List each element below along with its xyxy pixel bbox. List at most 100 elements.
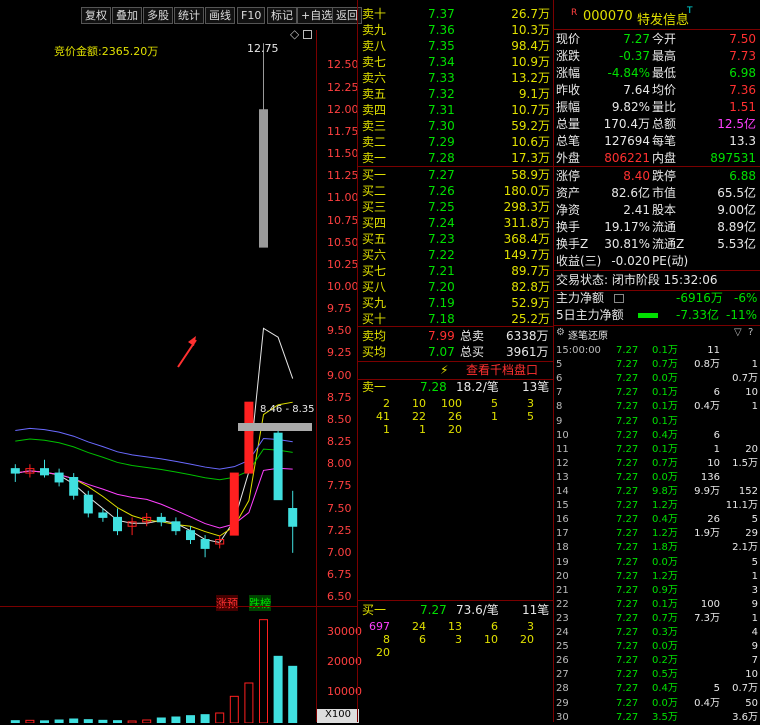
trade-b: 11.1万 [725, 500, 758, 512]
sell-label: 卖十 [362, 7, 387, 21]
f10-button[interactable]: F10 [237, 7, 266, 24]
add-watchlist-button[interactable]: +自选 [297, 7, 337, 24]
trade-v: 0.7万 [652, 612, 678, 624]
sell-label: 卖八 [362, 39, 387, 53]
buy-row[interactable]: 买十 7.18 25.2万 [362, 311, 552, 327]
quote-row: 资产 82.6亿 市值 65.5亿 [556, 185, 758, 202]
buy-price: 7.24 [428, 216, 455, 230]
price-tick: 9.75 [327, 302, 352, 316]
quote-l2: 流通Z [652, 237, 685, 251]
draw-line-button[interactable]: 画线 [205, 7, 235, 24]
quote-row: 振幅 9.82% 量比 1.51 [556, 99, 758, 116]
sell-row[interactable]: 卖七 7.34 10.9万 [362, 54, 552, 70]
trade-row: 16 7.27 0.4万 26 5 [556, 512, 760, 527]
diamond-icon[interactable]: ◇ [290, 27, 299, 41]
trade-row: 23 7.27 0.7万 7.3万 1 [556, 611, 760, 626]
candle-body [171, 521, 181, 532]
statistics-button[interactable]: 统计 [174, 7, 204, 24]
quote-row: 换手 19.17% 流通 8.89亿 [556, 219, 758, 236]
quote-v1: 9.82% [611, 100, 650, 114]
trade-v: 0.4万 [652, 683, 678, 695]
main-flow-label: 主力净额 [556, 291, 605, 305]
sell-row[interactable]: 卖九 7.36 10.3万 [362, 22, 552, 38]
quote-row: 外盘 806221 内盘 897531 [556, 150, 758, 167]
trade-row: 19 7.27 0.0万 5 [556, 555, 760, 570]
buy-row[interactable]: 买二 7.26 180.0万 [362, 183, 552, 199]
quote-v2: 7.50 [729, 32, 756, 46]
sell-row[interactable]: 卖八 7.35 98.4万 [362, 38, 552, 54]
buy-row[interactable]: 买八 7.20 82.8万 [362, 279, 552, 295]
trade-p: 7.27 [616, 457, 639, 469]
trade-v: 0.1万 [652, 387, 678, 399]
order-size: 41 [376, 410, 390, 423]
avg-sell-label: 卖均 [362, 329, 387, 343]
buy-price: 7.26 [428, 184, 455, 198]
candle-body [40, 468, 49, 476]
trade-row: 22 7.27 0.1万 100 9 [556, 597, 760, 612]
sell-label: 卖五 [362, 87, 387, 101]
order-size: 2 [383, 397, 390, 410]
lightning-icon: ⚡ [440, 363, 449, 377]
price-tick: 11.00 [327, 191, 359, 205]
trade-row: 28 7.27 0.4万 5 0.7万 [556, 681, 760, 696]
order-size: 3 [455, 633, 462, 646]
trade-t: 18 [556, 542, 569, 554]
trade-a: 11 [707, 345, 720, 356]
buy-row[interactable]: 买七 7.21 89.7万 [362, 263, 552, 279]
buy-row[interactable]: 买九 7.19 52.9万 [362, 295, 552, 311]
price-tick: 7.50 [327, 501, 352, 515]
sell-row[interactable]: 卖五 7.32 9.1万 [362, 86, 552, 102]
order-size: 5 [527, 410, 534, 423]
quote-row: 净资 2.41 股本 9.00亿 [556, 202, 758, 219]
quote-v2: 13.3 [729, 134, 756, 148]
kline-chart[interactable]: 竞价金额:2365.20万 12.75 8.46 - 8.35 ◇ 涨预 跌榜 [0, 27, 316, 611]
question-icon[interactable]: ? [748, 327, 753, 338]
trade-v: 1.2万 [652, 570, 678, 582]
volume-bar [288, 665, 298, 723]
window-icon[interactable] [303, 30, 312, 39]
chart-toolbar: 复权 叠加 多股 统计 画线 F10 标记 +自选 返回 [0, 0, 362, 30]
filter-icon[interactable]: ▽ [734, 327, 742, 338]
trade-status-text: 交易状态: 闭市阶段 15:32:06 [556, 273, 718, 287]
quote-row: 总量 170.4万 总额 12.5亿 [556, 116, 758, 133]
buy-row[interactable]: 买一 7.27 58.9万 [362, 167, 552, 183]
buy-row[interactable]: 买三 7.25 298.3万 [362, 199, 552, 215]
quote-v1: -0.020 [611, 254, 650, 268]
sell-row[interactable]: 卖二 7.29 10.6万 [362, 134, 552, 150]
buy-price: 7.27 [428, 168, 455, 182]
sell-row[interactable]: 卖十 7.37 26.7万 [362, 6, 552, 22]
multi-stock-button[interactable]: 多股 [143, 7, 173, 24]
sell-row[interactable]: 卖一 7.28 17.3万 [362, 150, 552, 166]
chart-icon[interactable] [614, 294, 624, 303]
main-flow-value: -6916万 [676, 291, 723, 305]
buy-row[interactable]: 买五 7.23 368.4万 [362, 231, 552, 247]
sell-row[interactable]: 卖四 7.31 10.7万 [362, 102, 552, 118]
trade-v: 1.2万 [652, 500, 678, 512]
r-marker-icon: R [571, 8, 578, 18]
buy-label: 买七 [362, 264, 387, 278]
buy-price: 7.22 [428, 248, 455, 262]
buy-row[interactable]: 买六 7.22 149.7万 [362, 247, 552, 263]
price-tick: 7.75 [327, 479, 352, 493]
overlay-button[interactable]: 叠加 [112, 7, 142, 24]
sell-row[interactable]: 卖六 7.33 13.2万 [362, 70, 552, 86]
quote-v2: 9.00亿 [717, 203, 756, 217]
sell-row[interactable]: 卖三 7.30 59.2万 [362, 118, 552, 134]
buy-row[interactable]: 买四 7.24 311.8万 [362, 215, 552, 231]
buy-price: 7.20 [428, 280, 455, 294]
trade-b: 7 [751, 655, 758, 667]
candle-body [288, 508, 298, 527]
trade-b: 29 [745, 528, 758, 540]
trade-row: 15 7.27 1.2万 11.1万 [556, 498, 760, 513]
gear-icon[interactable]: ⚙ [556, 327, 565, 338]
flow5-label: 5日主力净额 [556, 308, 624, 322]
quote-l2: 市值 [652, 186, 677, 200]
sell-price: 7.37 [428, 7, 455, 21]
order-size: 10 [484, 633, 498, 646]
qiandang-button[interactable]: ⚡ 查看千档盘口 [358, 362, 553, 378]
fuquan-button[interactable]: 复权 [81, 7, 111, 24]
mark-button[interactable]: 标记 [267, 7, 297, 24]
trade-t: 6 [556, 373, 563, 385]
trade-a: 1 [713, 443, 720, 455]
trade-b: 9 [751, 598, 758, 610]
